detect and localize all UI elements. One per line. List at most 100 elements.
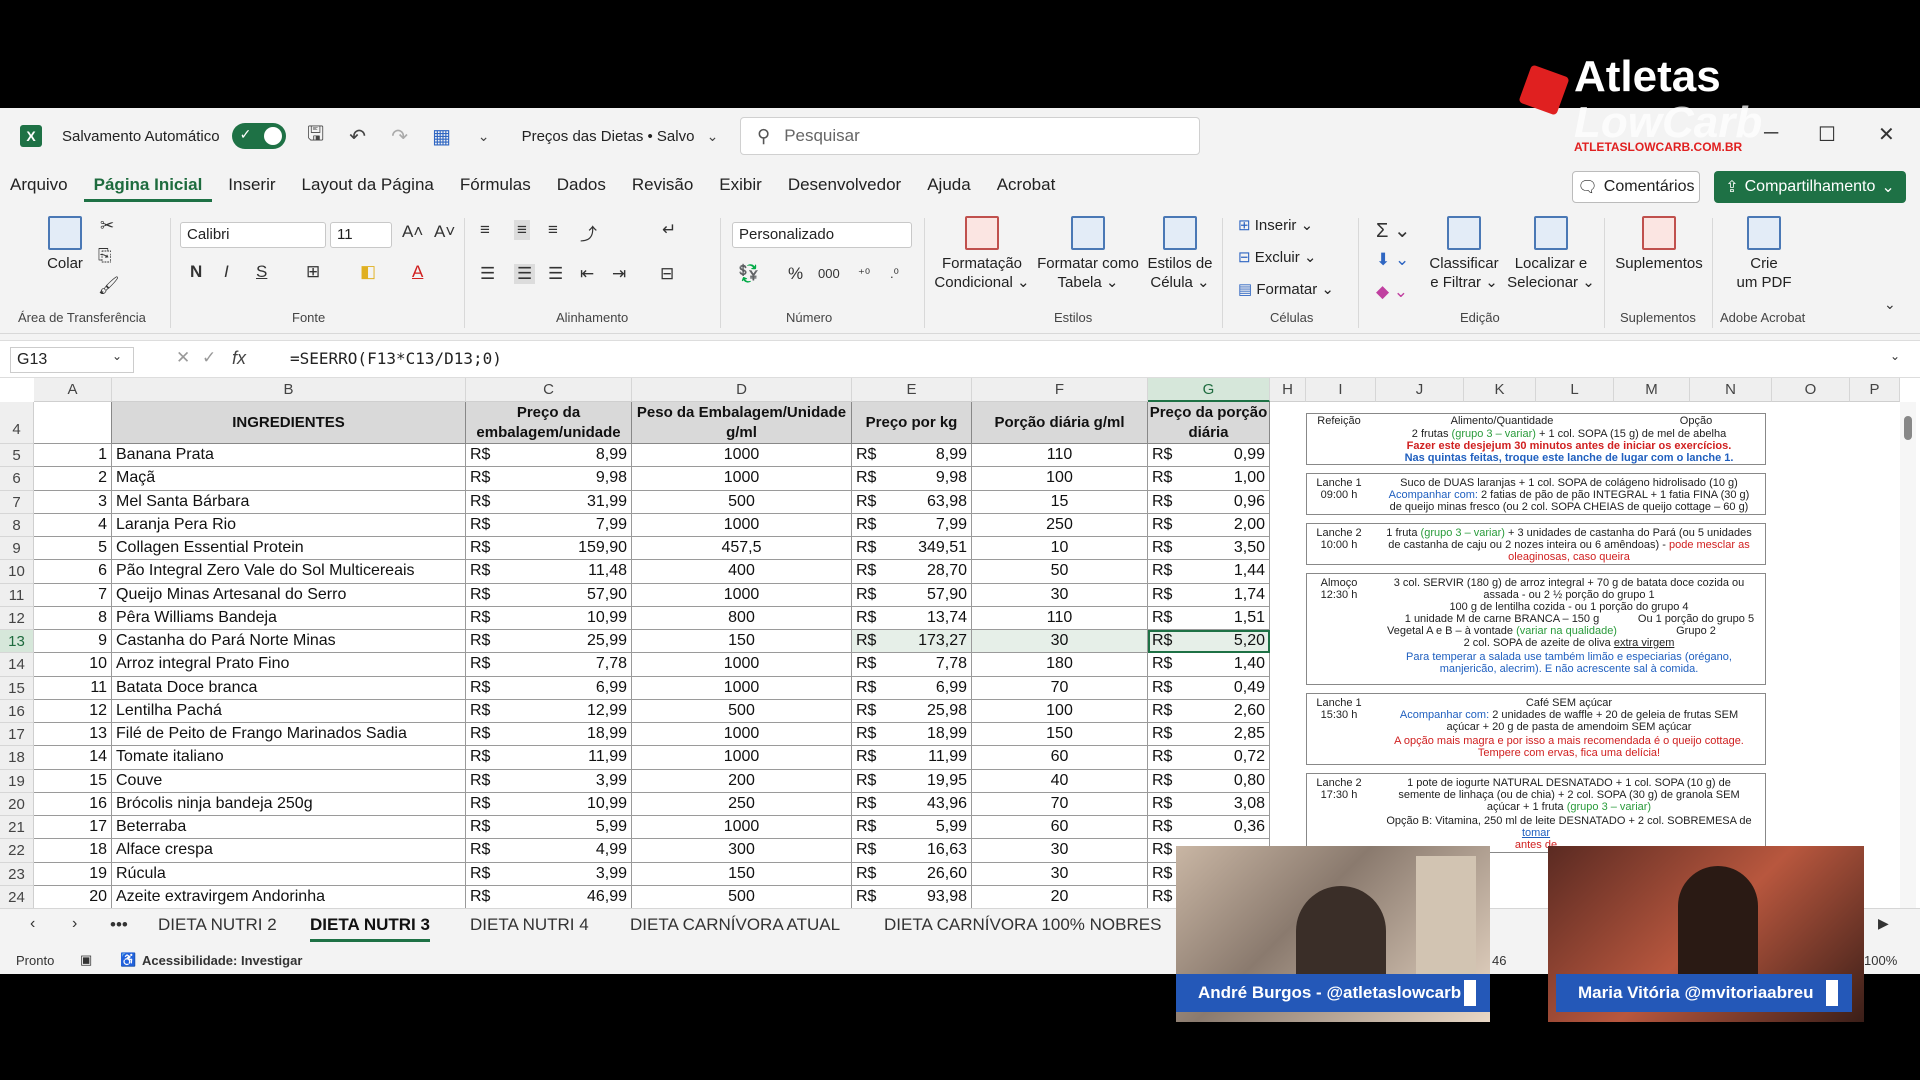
table-cell-weight[interactable]: 1000 — [632, 676, 852, 700]
table-cell-name[interactable]: Banana Prata — [112, 444, 466, 468]
table-cell-currency[interactable]: R$ — [1148, 746, 1182, 770]
align-right-icon[interactable]: ☰ — [548, 264, 563, 284]
table-cell-price[interactable]: 12,99 — [500, 699, 632, 723]
table-cell-currency[interactable]: R$ — [852, 677, 886, 700]
row-header[interactable]: 10 — [0, 560, 34, 584]
table-cell-weight[interactable]: 1000 — [632, 816, 852, 840]
table-cell-name[interactable]: Collagen Essential Protein — [112, 537, 466, 561]
table-cell-price[interactable]: 6,99 — [500, 676, 632, 700]
function-icon[interactable]: fx — [232, 348, 246, 369]
table-cell-name[interactable]: Arroz integral Prato Fino — [112, 653, 466, 677]
undo-icon[interactable]: ↶ — [346, 124, 370, 149]
table-cell-currency[interactable]: R$ — [852, 560, 886, 584]
table-cell-currency[interactable]: R$ — [466, 584, 500, 607]
column-header-a[interactable]: A — [34, 378, 112, 402]
tab-revisao[interactable]: Revisão — [622, 170, 703, 202]
table-cell-name[interactable]: Pêra Williams Bandeja — [112, 606, 466, 630]
table-cell-n[interactable]: 17 — [34, 816, 112, 840]
table-cell-n[interactable]: 11 — [34, 676, 112, 700]
delete-cells-button[interactable]: ⊟ Excluir ⌄ — [1238, 248, 1317, 267]
autosave-toggle[interactable]: ✓ — [231, 123, 286, 149]
table-cell-weight[interactable]: 1000 — [632, 653, 852, 677]
enter-icon[interactable]: ✓ — [202, 348, 216, 368]
row-header[interactable]: 4 — [0, 402, 34, 444]
table-cell-portion[interactable]: 180 — [972, 653, 1148, 677]
table-cell-name[interactable]: Tomate italiano — [112, 746, 466, 770]
table-cell-kg[interactable]: 93,98 — [886, 885, 972, 909]
table-cell-currency[interactable]: R$ — [852, 630, 886, 654]
table-cell-price[interactable]: 3,99 — [500, 862, 632, 886]
table-cell-kg[interactable]: 5,99 — [886, 816, 972, 840]
table-cell-kg[interactable]: 7,99 — [886, 513, 972, 537]
table-cell-n[interactable]: 5 — [34, 537, 112, 561]
table-cell-price[interactable]: 57,90 — [500, 583, 632, 607]
table-cell-currency[interactable]: R$ — [466, 770, 500, 793]
table-cell-currency[interactable]: R$ — [852, 839, 886, 863]
table-cell-n[interactable]: 16 — [34, 792, 112, 816]
wrap-text-icon[interactable]: ↵ — [662, 220, 676, 240]
table-cell-n[interactable]: 15 — [34, 769, 112, 793]
table-cell-portion[interactable]: 100 — [972, 467, 1148, 491]
table-cell-currency[interactable]: R$ — [466, 560, 500, 584]
bold-icon[interactable]: N — [190, 262, 202, 282]
table-cell-price[interactable]: 8,99 — [500, 444, 632, 468]
table-cell-name[interactable]: Rúcula — [112, 862, 466, 886]
collapse-ribbon-icon[interactable]: ⌄ — [1884, 296, 1896, 313]
decrease-decimal-icon[interactable]: .⁰ — [890, 266, 899, 282]
table-cell-name[interactable]: Alface crespa — [112, 839, 466, 863]
table-header-b[interactable]: INGREDIENTES — [112, 402, 466, 444]
accessibility-status[interactable]: Acessibilidade: Investigar — [142, 953, 302, 968]
table-cell-currency[interactable]: R$ — [852, 700, 886, 723]
cancel-icon[interactable]: ✕ — [176, 348, 190, 368]
table-cell-currency[interactable]: R$ — [466, 653, 500, 677]
underline-icon[interactable]: S — [256, 262, 267, 282]
table-cell-cost[interactable]: 0,49 — [1182, 676, 1270, 700]
row-header[interactable]: 15 — [0, 676, 34, 700]
vertical-scrollbar[interactable] — [1900, 402, 1916, 908]
table-cell-currency[interactable]: R$ — [852, 584, 886, 607]
tab-pagina-inicial[interactable]: Página Inicial — [83, 170, 213, 202]
tab-inserir[interactable]: Inserir — [218, 170, 285, 202]
tab-layout[interactable]: Layout da Página — [292, 170, 444, 202]
table-cell-price[interactable]: 7,99 — [500, 513, 632, 537]
table-cell-portion[interactable]: 30 — [972, 630, 1148, 654]
row-header[interactable]: 17 — [0, 723, 34, 747]
sheet-tab-nutri4[interactable]: DIETA NUTRI 4 — [470, 915, 589, 935]
cut-icon[interactable]: ✂ — [100, 216, 114, 236]
table-cell-kg[interactable]: 6,99 — [886, 676, 972, 700]
search-input[interactable]: ⚲ Pesquisar — [740, 117, 1200, 155]
sheets-scroll-right-icon[interactable]: ▶ — [1878, 915, 1889, 932]
row-header[interactable]: 11 — [0, 583, 34, 607]
document-title[interactable]: Preços das Dietas • Salvo — [522, 128, 695, 145]
table-cell-weight[interactable]: 150 — [632, 862, 852, 886]
align-top-icon[interactable]: ≡ — [480, 220, 490, 240]
row-header[interactable]: 24 — [0, 885, 34, 909]
table-cell-name[interactable]: Azeite extravirgem Andorinha — [112, 885, 466, 909]
table-cell-price[interactable]: 31,99 — [500, 490, 632, 514]
table-cell-portion[interactable]: 250 — [972, 513, 1148, 537]
table-cell-portion[interactable]: 70 — [972, 676, 1148, 700]
paste-button[interactable]: Colar — [40, 216, 90, 273]
close-icon[interactable]: ✕ — [1878, 122, 1895, 147]
table-cell-currency[interactable]: R$ — [852, 816, 886, 840]
table-cell-currency[interactable]: R$ — [1148, 770, 1182, 793]
table-cell-kg[interactable]: 7,78 — [886, 653, 972, 677]
format-painter-icon[interactable]: 🖌 — [98, 276, 120, 296]
table-cell-kg[interactable]: 19,95 — [886, 769, 972, 793]
align-center-icon[interactable]: ☰ — [514, 264, 536, 284]
table-cell-weight[interactable]: 150 — [632, 630, 852, 654]
font-color-icon[interactable]: A — [412, 262, 423, 282]
next-sheet-icon[interactable]: › — [72, 915, 77, 933]
table-cell-name[interactable]: Brócolis ninja bandeja 250g — [112, 792, 466, 816]
decrease-font-icon[interactable]: A˅ — [434, 222, 455, 242]
copy-icon[interactable]: ⎘ — [98, 246, 112, 266]
tab-arquivo[interactable]: Arquivo — [0, 170, 78, 202]
table-cell-kg[interactable]: 173,27 — [886, 630, 972, 654]
table-cell-n[interactable]: 10 — [34, 653, 112, 677]
row-header[interactable]: 6 — [0, 467, 34, 491]
table-cell-currency[interactable]: R$ — [852, 886, 886, 909]
table-cell-weight[interactable]: 500 — [632, 885, 852, 909]
table-cell-price[interactable]: 11,48 — [500, 560, 632, 584]
table-cell-kg[interactable]: 57,90 — [886, 583, 972, 607]
table-cell-currency[interactable]: R$ — [1148, 537, 1182, 561]
